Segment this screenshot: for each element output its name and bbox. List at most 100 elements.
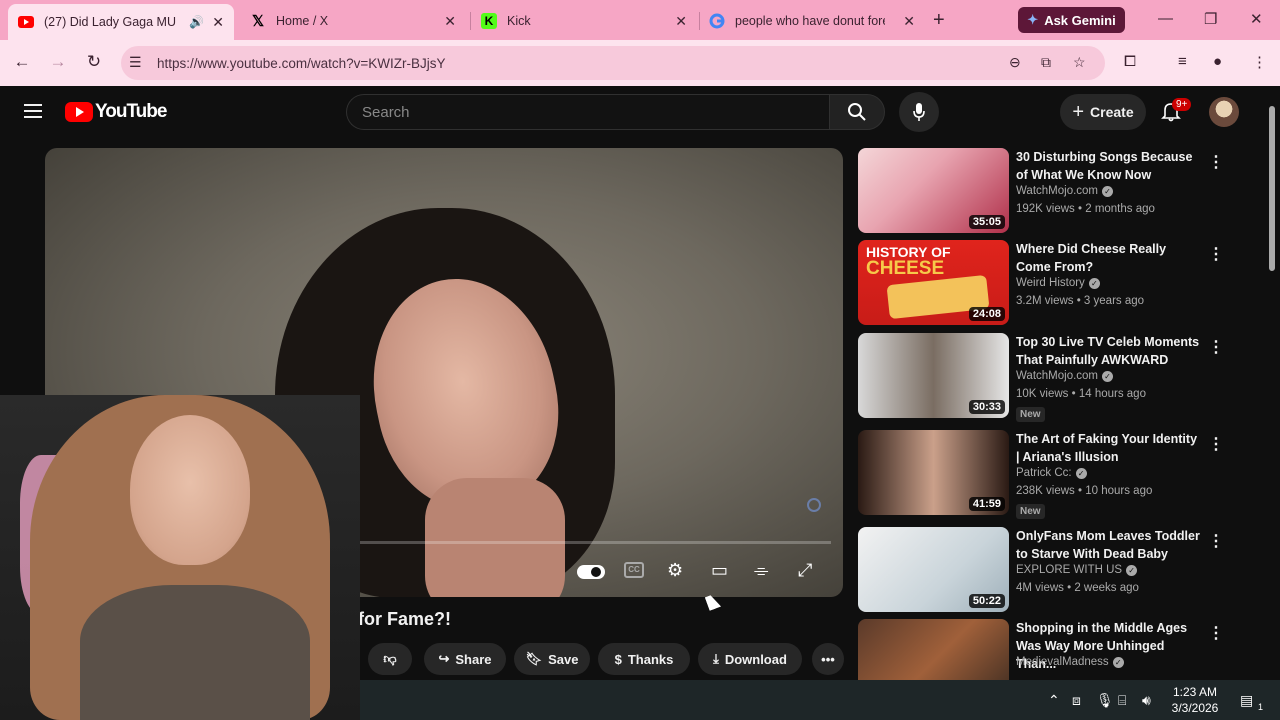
profile-icon[interactable]: ● <box>1213 53 1222 70</box>
rec-title[interactable]: OnlyFans Mom Leaves Toddler to Starve Wi… <box>1016 527 1201 563</box>
webcam-person-face <box>130 415 250 565</box>
fullscreen-icon[interactable]: ⤢ <box>798 560 812 581</box>
restore-window-button[interactable]: ❐ <box>1204 10 1217 28</box>
search-button[interactable] <box>829 94 885 130</box>
recommendation-item[interactable]: 35:05 30 Disturbing Songs Because of Wha… <box>858 148 1238 234</box>
rec-channel[interactable]: MedievalMadness ✓ <box>1016 656 1124 668</box>
download-button[interactable]: ⤓ Download <box>698 643 802 675</box>
tab-x[interactable]: 𝕏 Home / X ✕ <box>240 6 466 36</box>
rec-more-icon[interactable]: ⋮ <box>1208 244 1224 264</box>
rec-more-icon[interactable]: ⋮ <box>1208 623 1224 643</box>
recommendation-item[interactable]: 30:33 Top 30 Live TV Celeb Moments That … <box>858 333 1238 422</box>
recommendation-item[interactable]: 50:22 OnlyFans Mom Leaves Toddler to Sta… <box>858 527 1238 613</box>
speaker-icon[interactable]: 🔊 <box>189 15 204 29</box>
close-tab-icon[interactable]: ✕ <box>444 13 456 30</box>
tab-youtube[interactable]: (27) Did Lady Gaga MURD 🔊 ✕ <box>8 4 234 40</box>
install-app-icon[interactable]: ⧉ <box>1041 54 1051 71</box>
bookmark-star-icon[interactable]: ☆ <box>1073 54 1086 71</box>
rec-channel[interactable]: WatchMojo.com ✓ <box>1016 370 1114 382</box>
video-thumbnail[interactable]: 35:05 <box>858 148 1009 233</box>
video-thumbnail[interactable]: 41:59 <box>858 430 1009 515</box>
create-button[interactable]: + Create <box>1060 94 1146 130</box>
scrollbar-thumb[interactable] <box>1269 106 1275 271</box>
meet-now-icon[interactable]: ⧈ <box>1072 692 1081 709</box>
video-thumbnail[interactable]: 50:22 <box>858 527 1009 612</box>
new-badge: New <box>1016 504 1045 519</box>
dislike-button[interactable]: 👎︎ <box>368 643 412 675</box>
search-input[interactable] <box>347 95 830 129</box>
browser-menu-icon[interactable]: ⋮ <box>1252 53 1267 71</box>
duration-badge: 50:22 <box>968 594 1005 608</box>
page-scrollbar[interactable] <box>1268 90 1276 680</box>
microphone-tray-icon[interactable]: 🎙︎ <box>1096 692 1114 709</box>
minimize-window-button[interactable]: — <box>1158 10 1173 27</box>
tab-google[interactable]: people who have donut foreh ✕ <box>699 6 925 36</box>
rec-more-icon[interactable]: ⋮ <box>1208 531 1224 551</box>
voice-search-button[interactable] <box>899 92 939 132</box>
taskbar-clock[interactable]: 1:23 AM 3/3/2026 <box>1165 684 1225 716</box>
rec-channel[interactable]: EXPLORE WITH US ✓ <box>1016 564 1138 576</box>
video-thumbnail[interactable]: 30:33 <box>858 333 1009 418</box>
new-tab-button[interactable]: + <box>933 10 945 30</box>
media-control-icon[interactable]: ≡ <box>1178 53 1187 70</box>
cast-icon[interactable]: ⌯ <box>754 560 768 581</box>
subtitles-icon[interactable]: CC <box>624 562 644 578</box>
duration-badge: 35:05 <box>968 215 1005 229</box>
share-button[interactable]: ↪ Share <box>424 643 506 675</box>
save-button[interactable]: 🔖︎ Save <box>514 643 590 675</box>
close-tab-icon[interactable]: ✕ <box>903 13 915 30</box>
video-thumbnail[interactable] <box>858 619 1009 680</box>
more-actions-button[interactable]: ••• <box>812 643 844 675</box>
close-tab-icon[interactable]: ✕ <box>675 13 687 30</box>
rec-more-icon[interactable]: ⋮ <box>1208 152 1224 172</box>
verified-icon: ✓ <box>1126 564 1138 576</box>
duration-badge: 41:59 <box>968 497 1005 511</box>
settings-gear-icon[interactable]: ⚙ <box>667 560 683 581</box>
network-icon[interactable]: ⌸ <box>1118 692 1126 709</box>
youtube-logo[interactable]: YouTube <box>65 101 167 123</box>
rec-channel[interactable]: Patrick Cc: ✓ <box>1016 467 1087 479</box>
close-window-button[interactable]: ✕ <box>1250 10 1263 28</box>
rec-title[interactable]: Top 30 Live TV Celeb Moments That Painfu… <box>1016 333 1201 369</box>
zoom-icon[interactable]: ⊖ <box>1009 54 1021 71</box>
ask-gemini-button[interactable]: ✦ Ask Gemini <box>1018 7 1125 33</box>
close-tab-icon[interactable]: ✕ <box>212 14 224 31</box>
user-avatar[interactable] <box>1209 97 1239 127</box>
theater-mode-icon[interactable]: ▭ <box>711 560 728 581</box>
recommendation-item[interactable]: 41:59 The Art of Faking Your Identity | … <box>858 430 1238 519</box>
recommendation-item[interactable]: Shopping in the Middle Ages Was Way More… <box>858 619 1238 680</box>
webcam-overlay <box>0 395 360 720</box>
rec-title[interactable]: 30 Disturbing Songs Because of What We K… <box>1016 148 1201 184</box>
rec-channel[interactable]: Weird History ✓ <box>1016 277 1100 289</box>
action-center-icon[interactable]: ▤ <box>1240 692 1253 709</box>
rec-title[interactable]: Where Did Cheese Really Come From? <box>1016 240 1201 276</box>
rec-more-icon[interactable]: ⋮ <box>1208 434 1224 454</box>
windows-taskbar: ⌃ ⧈ 🎙︎ ⌸ 🔊︎ ▤ 1 <box>360 680 1280 720</box>
url-text[interactable]: https://www.youtube.com/watch?v=KWIZr-BJ… <box>157 56 445 71</box>
tab-kick[interactable]: K Kick ✕ <box>471 6 697 36</box>
more-dots-icon: ••• <box>821 651 835 667</box>
rec-more-icon[interactable]: ⋮ <box>1208 337 1224 357</box>
tray-chevron-icon[interactable]: ⌃ <box>1048 692 1060 709</box>
volume-icon[interactable]: 🔊︎ <box>1142 692 1151 709</box>
site-info-icon[interactable]: ☰ <box>129 54 142 71</box>
verified-icon: ✓ <box>1112 656 1124 668</box>
rec-channel[interactable]: WatchMojo.com ✓ <box>1016 185 1114 197</box>
extensions-icon[interactable]: ⧠ <box>1124 53 1136 70</box>
rec-title[interactable]: The Art of Faking Your Identity | Ariana… <box>1016 430 1201 466</box>
hamburger-menu-icon[interactable] <box>24 104 42 122</box>
verified-icon: ✓ <box>1102 185 1114 197</box>
address-bar[interactable]: ☰ https://www.youtube.com/watch?v=KWIZr-… <box>121 46 1105 80</box>
rec-meta: 238K views • 10 hours ago <box>1016 485 1153 497</box>
bookmark-icon: 🔖︎ <box>525 651 543 666</box>
thanks-button[interactable]: $ Thanks <box>598 643 690 675</box>
x-icon: 𝕏 <box>251 13 265 30</box>
video-thumbnail[interactable]: HISTORY OF CHEESE 24:08 <box>858 240 1009 325</box>
verified-icon: ✓ <box>1088 277 1100 289</box>
notification-badge: 9+ <box>1172 98 1192 111</box>
autoplay-toggle[interactable] <box>577 565 605 579</box>
back-button[interactable]: ← <box>12 52 32 72</box>
reload-button[interactable]: ↻ <box>84 52 104 72</box>
recommendation-item[interactable]: HISTORY OF CHEESE 24:08 Where Did Cheese… <box>858 240 1238 326</box>
forward-button[interactable]: → <box>48 52 68 72</box>
